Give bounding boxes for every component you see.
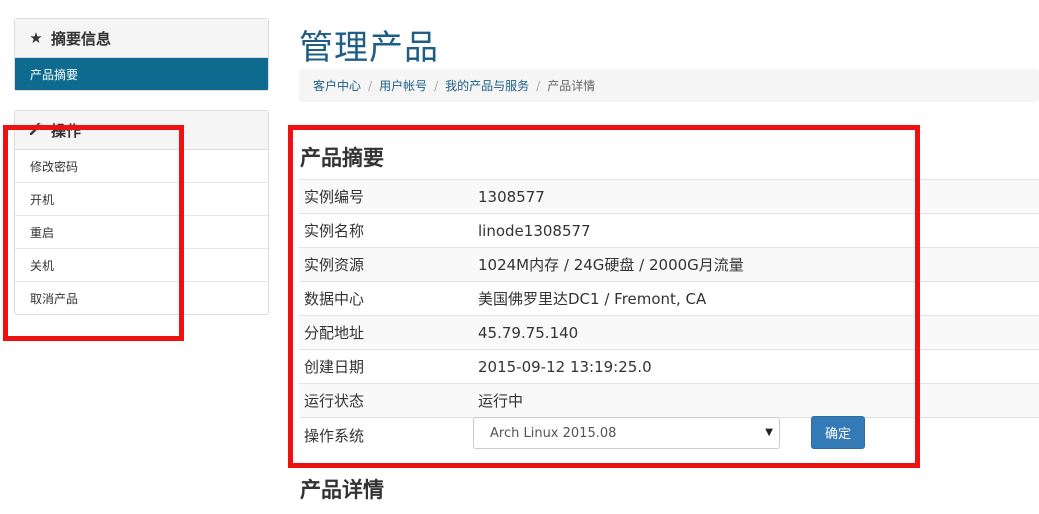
breadcrumb-link-user-account[interactable]: 用户帐号 [379,77,427,94]
details-section-title: 产品详情 [300,478,384,502]
breadcrumb-current: 产品详情 [547,79,596,93]
summary-panel-title: 摘要信息 [51,29,112,48]
breadcrumb: 客户中心 / 用户帐号 / 我的产品与服务 / 产品详情 [299,69,1039,102]
breadcrumb-separator: / [368,78,373,93]
page-title: 管理产品 [299,28,439,68]
highlight-box-summary [288,125,920,468]
summary-panel-header: ★ 摘要信息 [15,19,268,58]
breadcrumb-separator: / [536,78,541,93]
highlight-box-actions [3,125,184,341]
breadcrumb-link-my-products[interactable]: 我的产品与服务 [445,77,529,94]
breadcrumb-separator: / [434,78,439,93]
sidebar-item-product-summary[interactable]: 产品摘要 [15,58,268,90]
star-icon: ★ [29,29,43,47]
breadcrumb-link-client-center[interactable]: 客户中心 [313,77,361,94]
summary-panel: ★ 摘要信息 产品摘要 [14,18,269,91]
